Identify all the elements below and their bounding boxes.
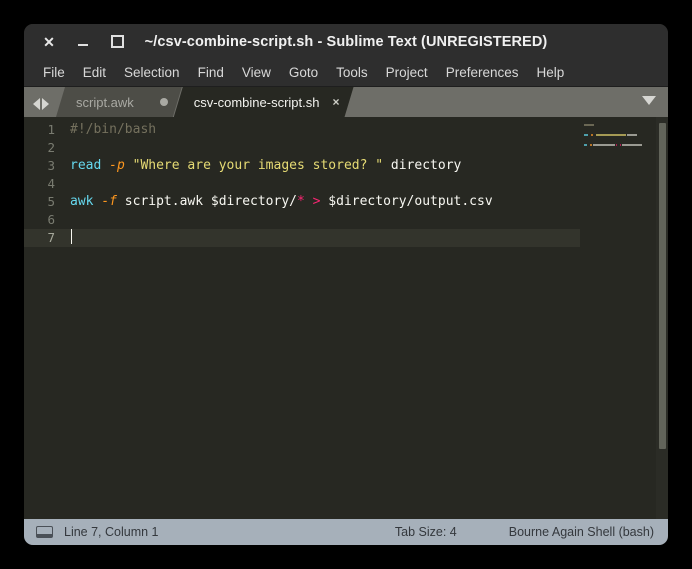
text-cursor [71,229,72,244]
unsaved-changes-dot-icon [159,98,168,106]
minimize-window-icon[interactable] [66,29,100,55]
line-number: 1 [47,122,55,137]
line-number: 6 [47,212,55,227]
tab-csv-combine-script-sh[interactable]: csv-combine-script.sh × [174,87,354,117]
menu-item-goto[interactable]: Goto [280,62,327,83]
menu-item-project[interactable]: Project [377,62,437,83]
maximize-window-icon[interactable] [100,29,134,55]
tab-script-awk[interactable]: script.awk [56,87,182,117]
code-token: $directory/output.csv [320,194,493,209]
line-number-gutter: 1 2 3 4 5 6 7 [24,117,64,519]
minimap-token [592,144,615,146]
minimap-token [595,134,627,136]
window-controls: ✕ [24,29,134,55]
minimap-line [584,153,652,157]
status-bar: Line 7, Column 1 Tab Size: 4 Bourne Agai… [24,519,668,545]
chevron-down-icon[interactable] [642,96,656,105]
minimap-token [627,134,637,136]
code-line: #!/bin/bash [64,121,580,139]
line-number: 5 [47,194,55,209]
sublime-text-window: ✕ ~/csv-combine-script.sh - Sublime Text… [24,24,668,545]
minimap-token [619,144,621,146]
minimap-line [584,133,652,137]
scrollbar-thumb[interactable] [658,123,666,449]
minimap-token [621,144,643,146]
editor-vertical-scrollbar[interactable] [656,117,668,519]
minimap-line [584,143,652,147]
minimap-line [584,128,652,132]
code-token: -f [101,194,117,209]
code-token: read [70,158,102,173]
minimap-token [584,124,595,126]
minimap[interactable] [580,117,656,519]
editor-area: 1 2 3 4 5 6 7 #!/bin/bash read -p "Where are yo… [24,117,668,519]
syntax-status[interactable]: Bourne Again Shell (bash) [509,525,654,539]
code-line [64,229,580,247]
tab-nav-previous-icon[interactable] [33,98,40,110]
minimap-line [584,148,652,152]
code-token: -p [109,158,125,173]
menu-bar: File Edit Selection Find View Goto Tools… [24,59,668,87]
menu-item-find[interactable]: Find [189,62,233,83]
minimap-line [584,138,652,142]
tab-nav-next-icon[interactable] [42,98,49,110]
minimap-token [584,144,587,146]
cursor-position-status[interactable]: Line 7, Column 1 [64,525,159,539]
tab-label: csv-combine-script.sh [193,94,320,110]
menu-item-file[interactable]: File [34,62,74,83]
menu-item-tools[interactable]: Tools [327,62,377,83]
menu-item-help[interactable]: Help [528,62,574,83]
title-bar: ✕ ~/csv-combine-script.sh - Sublime Text… [24,24,668,59]
code-token: directory [383,158,462,173]
code-line: awk -f script.awk $directory/* > $direct… [64,193,580,211]
minimap-token [584,134,588,136]
code-line: read -p "Where are your images stored? "… [64,157,580,175]
tab-nav-arrows [24,98,56,117]
minimap-token [589,144,592,146]
code-token: "Where are your images stored? " [132,158,384,173]
code-token: script.awk $directory/ [116,194,297,209]
line-number: 3 [47,158,55,173]
minimap-token [590,134,593,136]
close-tab-icon[interactable]: × [333,96,340,108]
code-token: * [296,194,305,209]
tab-bar: script.awk csv-combine-script.sh × [24,87,668,117]
minimap-token [615,144,617,146]
minimap-line [584,123,652,127]
line-number: 4 [47,176,55,191]
line-number: 2 [47,140,55,155]
code-token: awk [70,194,94,209]
console-icon[interactable] [36,526,53,538]
menu-item-edit[interactable]: Edit [74,62,115,83]
desktop-background: ✕ ~/csv-combine-script.sh - Sublime Text… [0,0,692,569]
menu-item-preferences[interactable]: Preferences [437,62,528,83]
menu-item-selection[interactable]: Selection [115,62,189,83]
line-number: 7 [24,229,64,247]
tab-label: script.awk [76,94,134,110]
code-token: #!/bin/bash [70,122,157,137]
menu-item-view[interactable]: View [233,62,280,83]
tab-size-status[interactable]: Tab Size: 4 [395,525,457,539]
close-window-icon[interactable]: ✕ [32,29,66,55]
code-editor[interactable]: #!/bin/bash read -p "Where are your image… [64,117,580,519]
